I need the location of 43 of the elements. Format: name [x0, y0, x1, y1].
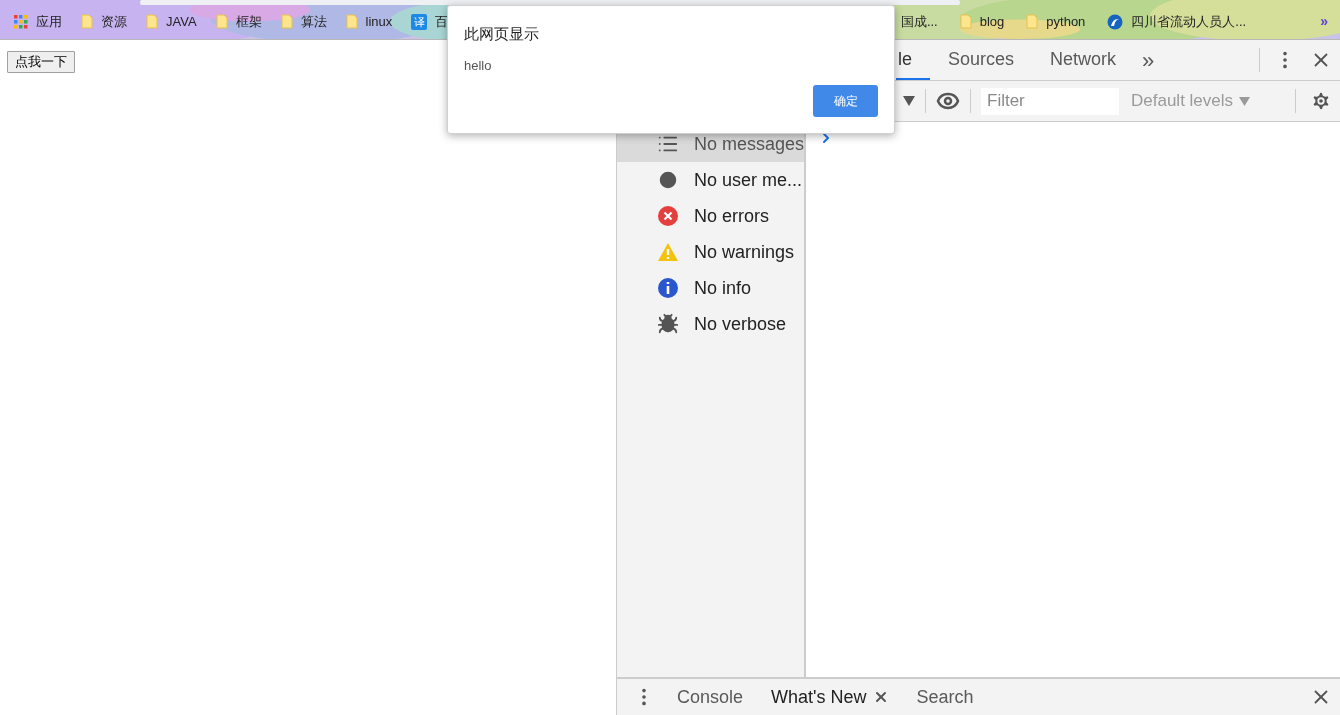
- devtools-tab[interactable]: Sources: [930, 40, 1033, 80]
- bookmark-link[interactable]: linux: [365, 11, 393, 32]
- bug-icon: [657, 313, 679, 335]
- folder-icon: [345, 14, 358, 29]
- folder-icon: [959, 14, 972, 29]
- folder-icon: [146, 14, 158, 29]
- dialog-title: 此网页显示: [464, 24, 540, 44]
- more-tabs-button[interactable]: »: [1134, 40, 1163, 80]
- message-filter-item[interactable]: No errors: [617, 198, 804, 234]
- message-filter-item[interactable]: No warnings: [617, 234, 804, 270]
- bookmark-link[interactable]: 算法: [300, 11, 327, 32]
- info-icon: [657, 277, 679, 299]
- devtools-tab[interactable]: Network: [1032, 40, 1135, 80]
- drawer-tab[interactable]: Console: [663, 679, 758, 715]
- folder-icon: [81, 14, 93, 29]
- bookmark-link[interactable]: 资源: [101, 11, 127, 32]
- drawer-tab[interactable]: Search: [902, 679, 988, 715]
- ok-button[interactable]: 确定: [813, 85, 878, 117]
- bookmark-link[interactable]: 国成...: [900, 11, 938, 32]
- message-filter-item[interactable]: No info: [617, 270, 804, 306]
- apps-grid-icon: [14, 14, 28, 29]
- bookmark-link[interactable]: JAVA: [166, 11, 197, 32]
- bookmark-link[interactable]: blog: [979, 11, 1005, 32]
- bookmark-link[interactable]: 四川省流动人员人...: [1131, 11, 1247, 32]
- message-filter-item[interactable]: No user me...: [617, 162, 804, 198]
- bookmark-link[interactable]: 应用: [36, 11, 62, 32]
- dropdown-caret-icon: [1239, 96, 1251, 106]
- bookmark-link[interactable]: python: [1046, 11, 1086, 32]
- folder-icon: [1026, 14, 1039, 29]
- more-bookmarks-button[interactable]: »: [1320, 11, 1328, 32]
- settings-icon[interactable]: [1310, 90, 1332, 112]
- message-filter-item[interactable]: No verbose: [617, 306, 804, 342]
- drawer-tab[interactable]: What's New: [757, 679, 903, 715]
- folder-icon: [215, 14, 228, 29]
- filter-field[interactable]: Filter: [981, 87, 1119, 115]
- bookmark-link[interactable]: 百: [435, 11, 449, 32]
- bookmark-link[interactable]: 框架: [235, 11, 262, 32]
- site-logo-icon: [1107, 13, 1124, 30]
- error-icon: [657, 205, 679, 227]
- dropdown-caret-icon[interactable]: [903, 96, 915, 106]
- warning-icon: [657, 242, 679, 262]
- click-me-button[interactable]: 点我一下: [7, 51, 75, 73]
- dialog-message: hello: [464, 56, 493, 75]
